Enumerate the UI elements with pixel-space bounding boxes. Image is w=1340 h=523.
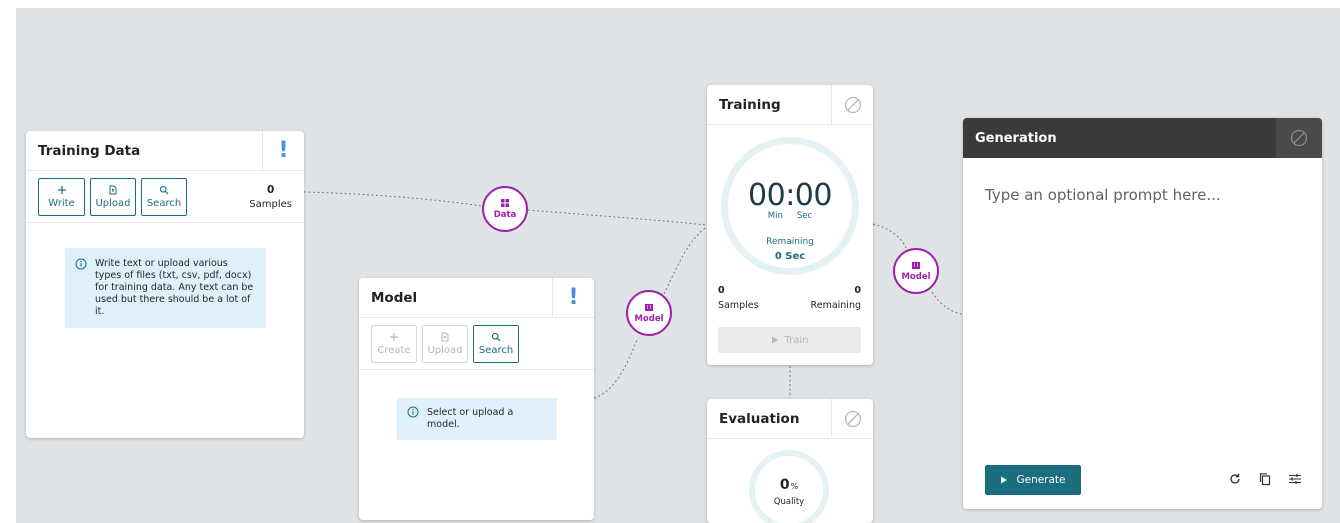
quality-ring: 0 % Quality xyxy=(749,450,829,523)
min-label: Min xyxy=(767,211,783,221)
exclamation-icon: ! xyxy=(278,137,289,163)
training-data-card: Training Data ! Write Upload Search 0 Sa… xyxy=(26,131,304,438)
model-header: Model ! xyxy=(359,278,594,318)
train-button[interactable]: Train xyxy=(718,327,861,353)
remaining-stat: 0 Remaining xyxy=(811,285,861,311)
building-icon xyxy=(645,304,653,311)
settings-sliders-icon[interactable] xyxy=(1288,472,1302,486)
search-icon xyxy=(159,185,169,194)
samples-count-label: Samples xyxy=(249,198,292,210)
model-node-right[interactable]: Model xyxy=(893,248,939,294)
play-icon xyxy=(1001,476,1008,484)
plus-icon xyxy=(57,185,66,194)
info-icon xyxy=(75,258,87,270)
prompt-input[interactable]: Type an optional prompt here... xyxy=(985,186,1221,204)
model-node-label: Model xyxy=(634,314,664,324)
card-title: Generation xyxy=(975,130,1057,146)
timer-units: Min Sec xyxy=(768,211,812,221)
disable-toggle[interactable] xyxy=(831,85,873,124)
block-icon xyxy=(844,96,861,113)
quality-value-wrap: 0 % xyxy=(780,477,798,493)
training-data-info: Write text or upload various types of fi… xyxy=(65,248,266,328)
evaluation-header: Evaluation xyxy=(707,399,873,439)
timer-value: 00:00 xyxy=(748,178,832,213)
card-title: Training xyxy=(719,96,781,113)
remaining-value: 0 Sec xyxy=(774,251,806,262)
timer-ring: 00:00 Min Sec Remaining 0 Sec xyxy=(721,137,859,275)
disable-toggle[interactable] xyxy=(1276,118,1322,158)
block-icon xyxy=(1290,129,1308,147)
evaluation-card: Evaluation 0 % Quality xyxy=(707,399,873,523)
quality-unit: % xyxy=(790,482,799,491)
search-button-label: Search xyxy=(146,197,182,209)
generation-card: Generation Type an optional prompt here.… xyxy=(963,118,1322,509)
write-button-label: Write xyxy=(48,197,75,209)
samples-count-value: 0 xyxy=(266,183,275,196)
generate-button-label: Generate xyxy=(1016,474,1066,486)
card-title: Training Data xyxy=(38,142,141,159)
training-data-toolbar: Write Upload Search 0 Samples xyxy=(26,171,304,223)
data-node[interactable]: Data xyxy=(482,186,528,232)
warning-indicator[interactable]: ! xyxy=(262,131,304,170)
copy-icon[interactable] xyxy=(1258,472,1272,486)
upload-button-label: Upload xyxy=(95,197,131,209)
write-button[interactable]: Write xyxy=(38,177,85,216)
quality-label: Quality xyxy=(773,497,805,507)
model-node-label: Model xyxy=(901,272,931,282)
info-icon xyxy=(407,406,419,418)
data-node-label: Data xyxy=(493,210,517,220)
disable-toggle[interactable] xyxy=(831,399,873,438)
sec-label: Sec xyxy=(796,211,813,221)
play-icon xyxy=(771,336,778,344)
remaining-count-label: Remaining xyxy=(810,300,861,311)
search-button-label: Search xyxy=(478,344,514,356)
create-button-label: Create xyxy=(377,344,411,356)
block-icon xyxy=(844,410,861,427)
generation-header: Generation xyxy=(963,118,1322,158)
model-info: Select or upload a model. xyxy=(397,398,557,440)
training-header: Training xyxy=(707,85,873,125)
remaining-count-value: 0 xyxy=(854,285,861,296)
table-icon xyxy=(501,199,509,207)
info-text: Write text or upload various types of fi… xyxy=(95,258,254,317)
upload-button[interactable]: Upload xyxy=(90,177,136,216)
training-card: Training 00:00 Min Sec Remaining 0 Sec 0… xyxy=(707,85,873,365)
card-title: Evaluation xyxy=(719,410,800,427)
model-toolbar: Create Upload Search xyxy=(359,318,594,370)
warning-indicator[interactable]: ! xyxy=(552,278,594,317)
training-data-header: Training Data ! xyxy=(26,131,304,171)
create-button[interactable]: Create xyxy=(371,324,417,363)
upload-button-label: Upload xyxy=(427,344,463,356)
samples-count: 0 Samples xyxy=(249,184,292,210)
model-node-left[interactable]: Model xyxy=(626,290,672,336)
exclamation-icon: ! xyxy=(568,284,579,310)
refresh-icon[interactable] xyxy=(1228,472,1242,486)
search-button[interactable]: Search xyxy=(473,324,519,363)
building-icon xyxy=(912,262,920,269)
plus-icon xyxy=(390,332,398,341)
search-icon xyxy=(491,332,501,341)
samples-stat: 0 Samples xyxy=(718,285,759,311)
train-button-label: Train xyxy=(784,334,809,346)
upload-button[interactable]: Upload xyxy=(422,324,468,363)
info-text: Select or upload a model. xyxy=(427,407,514,430)
file-upload-icon xyxy=(441,332,449,341)
generate-button[interactable]: Generate xyxy=(985,465,1081,495)
quality-value: 0 xyxy=(779,477,790,493)
samples-count-value: 0 xyxy=(718,285,725,296)
remaining-label: Remaining xyxy=(766,237,814,247)
generation-actions xyxy=(1228,472,1302,486)
search-button[interactable]: Search xyxy=(141,177,187,216)
samples-count-label: Samples xyxy=(718,300,759,311)
model-card: Model ! Create Upload Search Select or u… xyxy=(359,278,594,520)
file-upload-icon xyxy=(109,185,117,194)
card-title: Model xyxy=(371,289,418,306)
